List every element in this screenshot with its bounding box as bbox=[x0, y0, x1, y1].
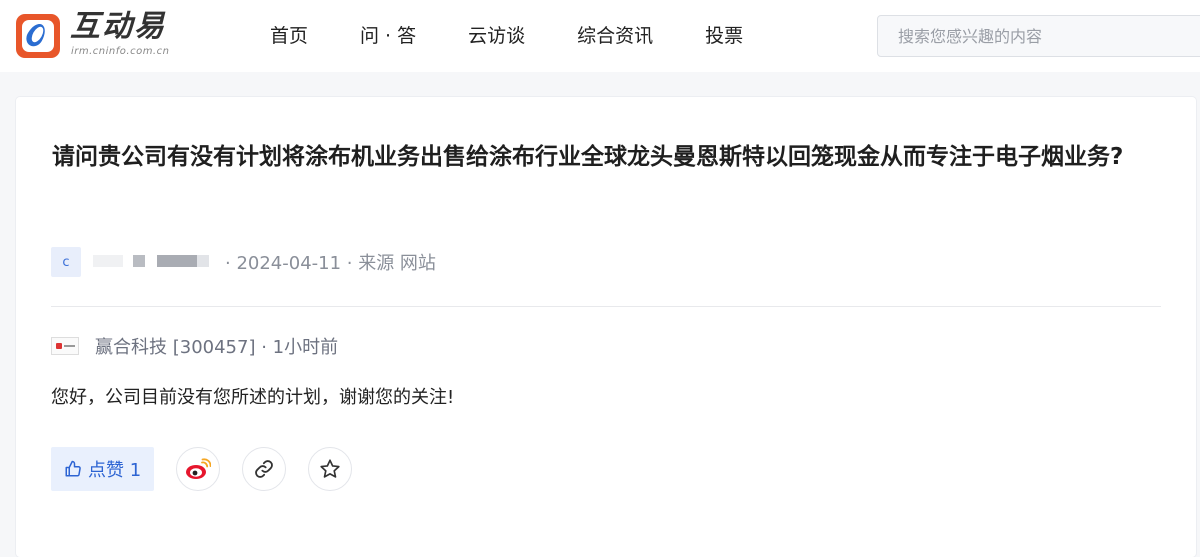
asker-name-redacted bbox=[93, 247, 223, 277]
star-icon bbox=[320, 459, 340, 478]
thumbs-up-icon bbox=[65, 460, 81, 477]
favorite-button[interactable] bbox=[308, 447, 353, 491]
copy-link-button[interactable] bbox=[242, 447, 287, 491]
like-label: 点赞 1 bbox=[88, 460, 142, 481]
action-bar: 点赞 1 bbox=[51, 447, 353, 491]
question-date-source: · 2024-04-11 · 来源 网站 bbox=[225, 253, 436, 274]
nav-news[interactable]: 综合资讯 bbox=[577, 22, 653, 50]
question-card: 请问贵公司有没有计划将涂布机业务出售给涂布行业全球龙头曼恩斯特以回笼现金从而专注… bbox=[16, 97, 1196, 557]
asker-avatar: c bbox=[51, 247, 81, 277]
link-icon bbox=[255, 460, 274, 478]
company-logo-icon bbox=[51, 337, 79, 355]
logo-icon[interactable] bbox=[16, 14, 60, 58]
share-weibo-button[interactable] bbox=[176, 447, 221, 491]
logo-text[interactable]: 互动易 bbox=[70, 10, 166, 44]
weibo-icon bbox=[186, 458, 212, 479]
nav-qa[interactable]: 问 · 答 bbox=[360, 22, 416, 50]
nav-cloud-interview[interactable]: 云访谈 bbox=[468, 22, 525, 50]
answer-text: 您好，公司目前没有您所述的计划，谢谢您的关注! bbox=[51, 387, 455, 408]
logo-subtitle: irm.cninfo.com.cn bbox=[71, 46, 170, 57]
top-header: 互动易 irm.cninfo.com.cn 首页 问 · 答 云访谈 综合资讯 … bbox=[0, 0, 1200, 72]
nav-home[interactable]: 首页 bbox=[270, 22, 308, 50]
question-title: 请问贵公司有没有计划将涂布机业务出售给涂布行业全球龙头曼恩斯特以回笼现金从而专注… bbox=[52, 144, 1124, 170]
question-meta: c · 2024-04-11 · 来源 网站 bbox=[51, 247, 436, 277]
main-nav: 首页 问 · 答 云访谈 综合资讯 投票 bbox=[270, 22, 795, 50]
company-name-time[interactable]: 赢合科技 [300457] · 1小时前 bbox=[95, 333, 338, 359]
search-input[interactable] bbox=[877, 15, 1200, 57]
divider bbox=[51, 306, 1161, 307]
like-button[interactable]: 点赞 1 bbox=[51, 447, 155, 491]
answer-header: 赢合科技 [300457] · 1小时前 bbox=[51, 333, 338, 359]
nav-vote[interactable]: 投票 bbox=[705, 22, 743, 50]
